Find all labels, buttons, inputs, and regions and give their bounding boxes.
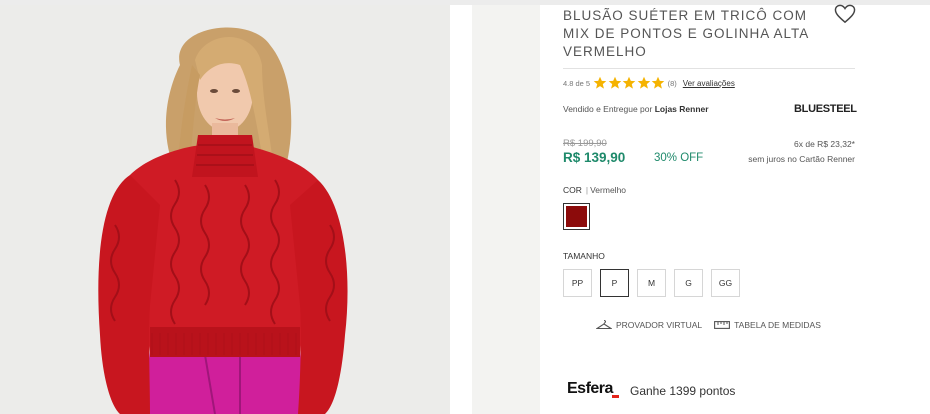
- size-option-gg[interactable]: GG: [711, 269, 740, 297]
- installments: 6x de R$ 23,32*: [794, 139, 855, 149]
- esfera-points-text: Ganhe 1399 pontos: [630, 384, 736, 398]
- hanger-icon: [596, 319, 612, 330]
- ruler-icon: [714, 320, 731, 329]
- size-links-row: PROVADOR VIRTUAL TABELA DE MEDIDAS: [596, 319, 821, 330]
- seller-info: Vendido e Entregue por Lojas Renner: [563, 104, 709, 114]
- reviews-link[interactable]: Ver avaliações: [683, 79, 735, 88]
- size-option-g[interactable]: G: [674, 269, 703, 297]
- size-label: TAMANHO: [563, 251, 605, 261]
- star-icon: [651, 76, 665, 89]
- seller-prefix: Vendido e Entregue por: [563, 104, 653, 114]
- rating-stars: [593, 76, 666, 90]
- size-options: PP P M G GG: [563, 269, 748, 297]
- color-label: COR | Vermelho: [563, 185, 626, 195]
- star-icon: [622, 76, 636, 89]
- virtual-fitting-link[interactable]: PROVADOR VIRTUAL: [596, 319, 702, 330]
- color-swatch-fill: [566, 206, 587, 227]
- color-swatch-vermelho[interactable]: [563, 203, 590, 230]
- title-divider: [563, 68, 855, 69]
- color-value: Vermelho: [590, 185, 627, 195]
- size-option-p[interactable]: P: [600, 269, 629, 297]
- product-photo[interactable]: [0, 5, 450, 414]
- size-option-m[interactable]: M: [637, 269, 666, 297]
- product-title: BLUSÃO SUÉTER EM TRICÔ COM MIX DE PONTOS…: [563, 8, 809, 59]
- virtual-fitting-label: PROVADOR VIRTUAL: [616, 319, 703, 330]
- size-chart-link[interactable]: TABELA DE MEDIDAS: [714, 320, 821, 330]
- star-icon: [608, 76, 621, 89]
- next-photo-preview[interactable]: [472, 5, 540, 414]
- current-price: R$ 139,90: [563, 150, 626, 165]
- size-chart-label: TABELA DE MEDIDAS: [734, 319, 821, 330]
- brand-logo[interactable]: BLUESTEEL: [794, 103, 857, 115]
- star-icon: [593, 76, 607, 89]
- size-option-pp[interactable]: PP: [563, 269, 592, 297]
- installments-note: sem juros no Cartão Renner: [748, 154, 855, 164]
- rating-score: 4.8 de 5: [563, 78, 591, 88]
- seller-name: Lojas Renner: [654, 104, 709, 114]
- esfera-logo-dash: [612, 395, 619, 398]
- rating-count: (8): [667, 78, 677, 88]
- esfera-logo: Esfera: [567, 380, 613, 397]
- color-separator: |: [585, 185, 589, 195]
- wishlist-heart-icon[interactable]: [834, 4, 856, 24]
- discount-badge: 30% OFF: [654, 152, 704, 164]
- rating-row: 4.8 de 5 (8) Ver avaliações: [563, 75, 735, 91]
- star-icon: [637, 76, 650, 89]
- old-price: R$ 199,90: [563, 138, 607, 149]
- color-label-text: COR: [563, 185, 582, 195]
